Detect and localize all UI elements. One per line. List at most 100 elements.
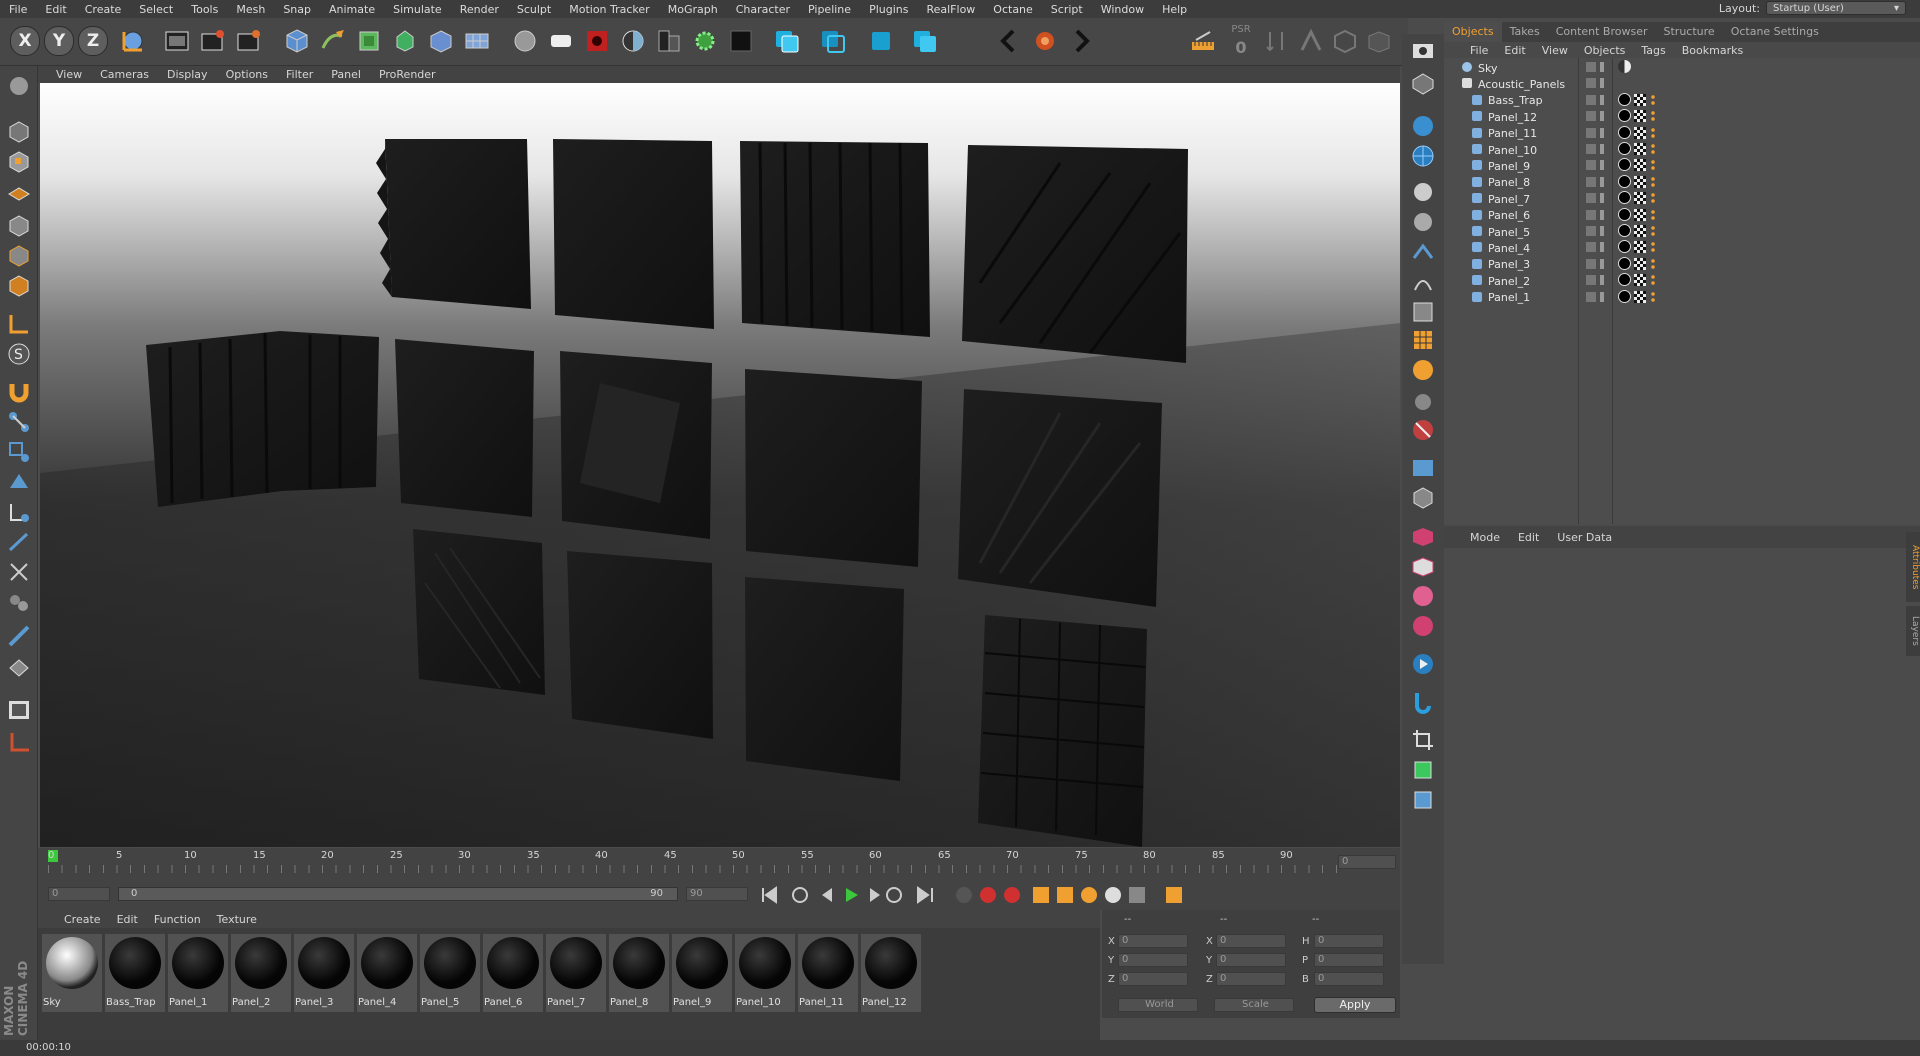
visibility-toggle[interactable] (1586, 144, 1596, 154)
chevron-left-icon[interactable] (994, 26, 1024, 56)
tab-octane-settings[interactable]: Octane Settings (1723, 22, 1827, 42)
position-y-field[interactable]: 0 (1118, 953, 1188, 967)
menu-mesh[interactable]: Mesh (227, 3, 274, 16)
deformer-cube-icon[interactable] (1409, 484, 1437, 512)
render-toggle[interactable] (1600, 275, 1604, 286)
material-swatch[interactable]: Panel_7 (546, 934, 606, 1012)
tab-structure[interactable]: Structure (1656, 22, 1723, 42)
menu-script[interactable]: Script (1042, 3, 1092, 16)
material-menu-function[interactable]: Function (154, 913, 201, 926)
gear-icon[interactable] (690, 26, 720, 56)
viewport-menu-view[interactable]: View (56, 68, 82, 81)
cloner-icon[interactable] (390, 26, 420, 56)
material-tag-icon[interactable] (1618, 191, 1631, 205)
visibility-toggle[interactable] (1586, 94, 1596, 105)
play-render-icon[interactable] (1409, 650, 1437, 678)
visibility-toggle[interactable] (1586, 160, 1596, 171)
end-frame-field[interactable]: 90 (686, 887, 748, 901)
workplane-icon[interactable] (1330, 26, 1360, 56)
size-y-field[interactable]: 0 (1216, 953, 1286, 967)
visibility-toggle[interactable] (1586, 242, 1596, 253)
menu-plugins[interactable]: Plugins (860, 3, 917, 16)
visibility-toggle[interactable] (1586, 176, 1596, 187)
menu-create[interactable]: Create (76, 3, 131, 16)
menu-render[interactable]: Render (451, 3, 508, 16)
points-mode-icon[interactable] (5, 212, 33, 240)
shader-icon[interactable] (1409, 612, 1437, 640)
sphere-light-icon[interactable] (1409, 112, 1437, 140)
texture-tag-icon[interactable] (1634, 93, 1646, 106)
material-ball-icon[interactable] (1409, 582, 1437, 610)
attribute-menu-user-data[interactable]: User Data (1557, 531, 1612, 544)
tag-dots-icon[interactable] (1650, 241, 1656, 254)
rotation-p-field[interactable]: 0 (1314, 953, 1384, 967)
rotate-tool-icon[interactable] (5, 498, 33, 526)
render-camera-icon[interactable] (1409, 454, 1437, 482)
side-tab-layers[interactable]: Layers (1906, 606, 1920, 656)
object-menu-bookmarks[interactable]: Bookmarks (1682, 44, 1743, 57)
paint-tool-icon[interactable] (5, 588, 33, 616)
material-menu-edit[interactable]: Edit (117, 913, 138, 926)
menu-sculpt[interactable]: Sculpt (508, 3, 560, 16)
texture-tag-icon[interactable] (1634, 159, 1646, 172)
octane-node-icon[interactable] (1409, 70, 1437, 98)
visibility-toggle[interactable] (1586, 78, 1596, 89)
black-square-icon[interactable] (726, 26, 756, 56)
range-slider[interactable]: 0 90 (118, 887, 678, 901)
polygons-mode-icon[interactable] (5, 272, 33, 300)
size-z-field[interactable]: 0 (1216, 972, 1286, 986)
tag-dots-icon[interactable] (1650, 225, 1656, 237)
light-bulb-icon[interactable] (1409, 178, 1437, 206)
render-toggle[interactable] (1600, 127, 1604, 138)
render-toggle[interactable] (1600, 111, 1604, 122)
axis-mode-icon[interactable] (5, 310, 33, 338)
texture-tag-icon[interactable] (1634, 257, 1646, 270)
material-tag-icon[interactable] (1618, 158, 1631, 172)
globe-icon[interactable] (1409, 142, 1437, 170)
material-swatch[interactable]: Panel_11 (798, 934, 858, 1012)
menu-edit[interactable]: Edit (36, 3, 75, 16)
visibility-toggle[interactable] (1586, 291, 1596, 302)
timeline-ruler[interactable]: 0 5 10 15 20 25 30 35 40 45 50 55 60 65 … (38, 848, 1400, 878)
grid-tool-icon[interactable] (5, 652, 33, 680)
object-menu-objects[interactable]: Objects (1584, 44, 1626, 57)
spline-mode-icon[interactable] (1409, 238, 1437, 266)
texture-tag-icon[interactable] (1634, 225, 1646, 237)
material-tag-icon[interactable] (1618, 273, 1631, 287)
visibility-toggle[interactable] (1586, 275, 1596, 286)
layer-icon[interactable] (654, 26, 684, 56)
viewport-menu-filter[interactable]: Filter (286, 68, 313, 81)
display-toggle-icon[interactable] (546, 26, 576, 56)
crop-icon[interactable] (1409, 726, 1437, 754)
render-toggle[interactable] (1600, 291, 1604, 302)
object-menu-tags[interactable]: Tags (1641, 44, 1665, 57)
current-frame-field[interactable]: 0 (1338, 855, 1396, 869)
texture-tag-icon[interactable] (1634, 208, 1646, 221)
material-swatch[interactable]: Panel_5 (420, 934, 480, 1012)
environment-icon[interactable] (510, 26, 540, 56)
render-toggle[interactable] (1600, 226, 1604, 236)
material-tag-icon[interactable] (1618, 109, 1631, 123)
render-toggle[interactable] (1600, 258, 1604, 269)
viewport-menu-panel[interactable]: Panel (331, 68, 361, 81)
coordinate-system-icon[interactable] (118, 26, 148, 56)
pipe-icon[interactable] (1409, 688, 1437, 716)
material-swatch[interactable]: Panel_9 (672, 934, 732, 1012)
picture-viewer-icon[interactable] (5, 696, 33, 724)
side-tab-attributes[interactable]: Attributes (1906, 532, 1920, 602)
material-swatch[interactable]: Panel_8 (609, 934, 669, 1012)
octane-light-icon[interactable] (866, 26, 896, 56)
tab-content-browser[interactable]: Content Browser (1548, 22, 1656, 42)
material-swatch[interactable]: Panel_12 (861, 934, 921, 1012)
tab-objects[interactable]: Objects (1444, 22, 1502, 42)
material-tag-icon[interactable] (1618, 224, 1631, 237)
material-tag-icon[interactable] (1618, 207, 1631, 221)
menu-select[interactable]: Select (130, 3, 182, 16)
box-icon[interactable] (1409, 522, 1437, 550)
x-axis-lock-button[interactable]: X (10, 26, 40, 56)
frame-icon[interactable] (1409, 756, 1437, 784)
joint-tool-icon[interactable] (5, 408, 33, 436)
object-menu-edit[interactable]: Edit (1504, 44, 1525, 57)
visibility-toggle[interactable] (1586, 111, 1596, 122)
tag-dots-icon[interactable] (1650, 159, 1656, 172)
